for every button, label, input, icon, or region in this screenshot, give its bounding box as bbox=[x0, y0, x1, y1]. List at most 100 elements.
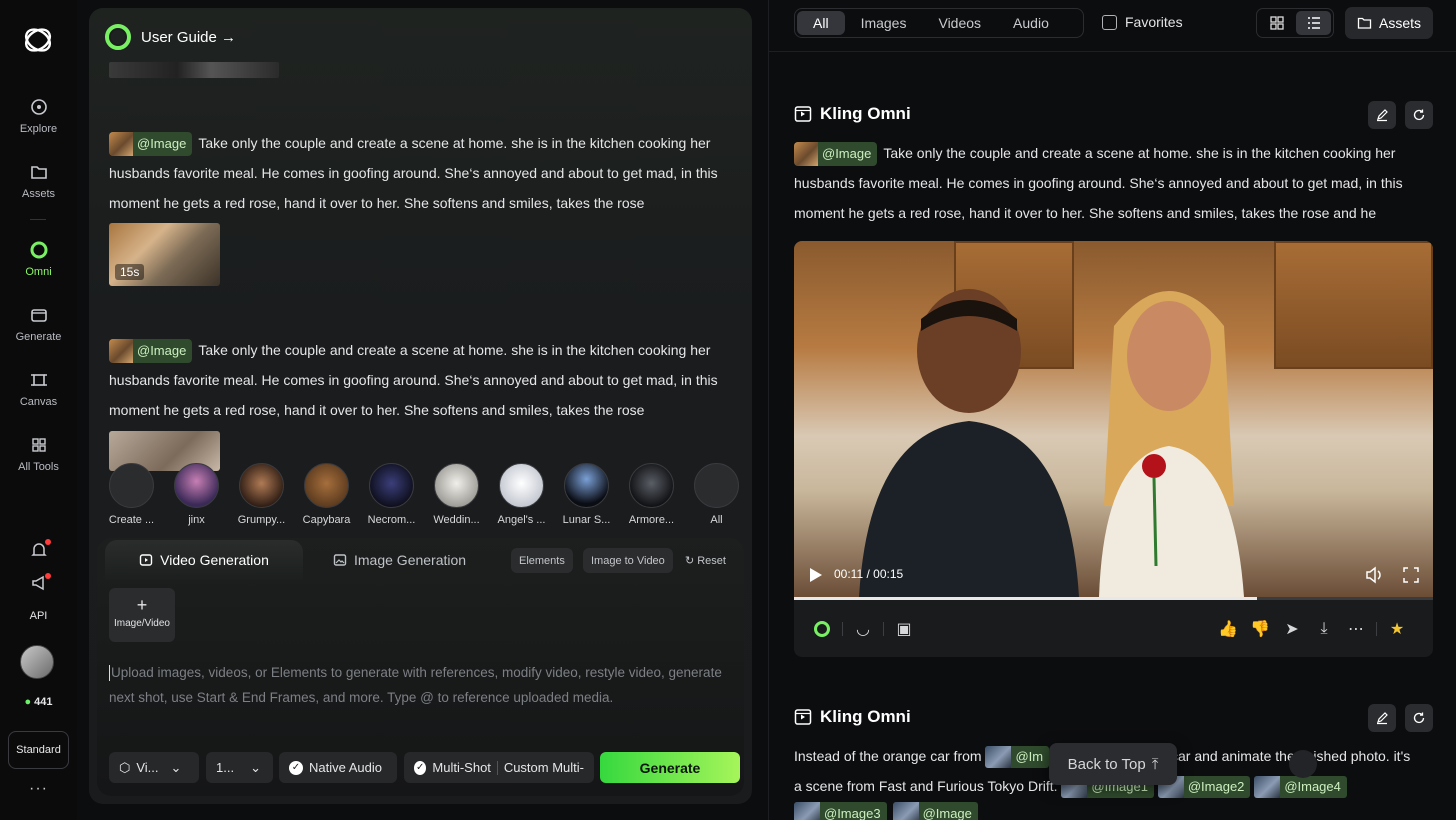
element-grumpy[interactable]: Grumpy... bbox=[229, 463, 294, 535]
download-icon[interactable]: ⤓ bbox=[1308, 617, 1340, 641]
support-headset-icon[interactable] bbox=[1289, 750, 1317, 778]
filter-audio[interactable]: Audio bbox=[997, 11, 1065, 35]
filter-images[interactable]: Images bbox=[845, 11, 923, 35]
api-link[interactable]: API bbox=[0, 610, 77, 622]
thumbs-up-icon[interactable]: 👍 bbox=[1212, 617, 1244, 641]
divider bbox=[842, 622, 843, 636]
element-lunar[interactable]: Lunar S... bbox=[554, 463, 619, 535]
element-jinx[interactable]: jinx bbox=[164, 463, 229, 535]
element-label: Lunar S... bbox=[562, 514, 611, 526]
tab-video-generation[interactable]: Video Generation bbox=[105, 540, 303, 580]
element-wedding[interactable]: Weddin... bbox=[424, 463, 489, 535]
video-progress-fill bbox=[794, 597, 1258, 600]
user-guide-link[interactable]: User Guide → bbox=[105, 22, 236, 52]
element-avatar bbox=[369, 463, 414, 508]
plan-button[interactable]: Standard bbox=[8, 731, 69, 769]
divider bbox=[883, 622, 884, 636]
edit-button[interactable] bbox=[1368, 101, 1396, 129]
image-reference-tag[interactable]: @Image bbox=[892, 802, 978, 820]
left-rail: Explore Assets Omni Generate Canvas All … bbox=[0, 0, 77, 820]
video-progress-track[interactable] bbox=[794, 597, 1433, 600]
reset-icon: ↻ bbox=[685, 555, 695, 567]
list-view-button[interactable] bbox=[1296, 11, 1331, 35]
share-icon[interactable]: ➤ bbox=[1276, 617, 1308, 641]
sidebar-item-explore[interactable]: Explore bbox=[0, 97, 77, 135]
element-necromancer[interactable]: Necrom... bbox=[359, 463, 424, 535]
prompt-input[interactable]: Upload images, videos, or Elements to ge… bbox=[109, 660, 729, 710]
grid-view-button[interactable] bbox=[1259, 11, 1294, 35]
volume-icon[interactable] bbox=[1364, 565, 1384, 585]
previous-thumbnail[interactable] bbox=[109, 62, 279, 78]
filter-videos[interactable]: Videos bbox=[922, 11, 997, 35]
sidebar-item-assets[interactable]: Assets bbox=[0, 162, 77, 200]
sidebar-item-all-tools[interactable]: All Tools bbox=[0, 435, 77, 473]
filter-all[interactable]: All bbox=[797, 11, 845, 35]
folder-icon bbox=[30, 166, 47, 179]
element-label: Necrom... bbox=[367, 514, 416, 526]
native-audio-toggle[interactable]: ✓ Native Audio bbox=[279, 752, 397, 783]
multi-shot-toggle[interactable]: ✓ Multi-Shot Custom Multi- bbox=[404, 752, 594, 783]
model-label: Vi... bbox=[136, 760, 159, 775]
assets-button[interactable]: Assets bbox=[1345, 7, 1433, 39]
omni-ring-icon bbox=[30, 241, 47, 259]
regenerate-button[interactable] bbox=[1405, 101, 1433, 129]
reset-button[interactable]: ↻ Reset bbox=[685, 548, 726, 573]
element-capybara[interactable]: Capybara bbox=[294, 463, 359, 535]
tag-label: @Image3 bbox=[824, 805, 881, 820]
ratio-select[interactable]: 1... ⌄ bbox=[206, 752, 273, 783]
image-reference-tag[interactable]: @Image3 bbox=[794, 802, 887, 820]
model-select[interactable]: ⬡ Vi... ⌄ bbox=[109, 752, 199, 783]
plus-icon: + bbox=[136, 595, 148, 615]
favorites-checkbox[interactable]: Favorites bbox=[1102, 14, 1183, 30]
video-extend-icon[interactable]: ▣ bbox=[888, 617, 920, 641]
ratio-label: 1... bbox=[216, 760, 235, 775]
element-armored[interactable]: Armore... bbox=[619, 463, 684, 535]
image-reference-tag[interactable]: @Image bbox=[794, 142, 878, 167]
refresh-icon bbox=[1413, 109, 1425, 121]
assets-feed: All Images Videos Audio Favorites Assets… bbox=[768, 0, 1456, 820]
fullscreen-icon[interactable] bbox=[1401, 565, 1421, 585]
sidebar-item-generate[interactable]: Generate bbox=[0, 305, 77, 343]
tab-image-generation[interactable]: Image Generation bbox=[333, 540, 466, 580]
more-icon[interactable]: ⋯ bbox=[1340, 617, 1372, 641]
element-angel[interactable]: Angel's ... bbox=[489, 463, 554, 535]
all-elements-button[interactable]: All bbox=[684, 463, 749, 535]
sidebar-item-canvas[interactable]: Canvas bbox=[0, 370, 77, 408]
favorites-label: Favorites bbox=[1125, 14, 1183, 30]
back-to-top-button[interactable]: Back to Top ⤒ bbox=[1049, 743, 1177, 785]
create-element-icon bbox=[109, 463, 154, 508]
generate-button[interactable]: Generate bbox=[600, 752, 740, 783]
image-reference-tag[interactable]: @Image bbox=[109, 339, 193, 364]
checkbox-icon bbox=[1102, 14, 1117, 30]
create-element-button[interactable]: Create ... bbox=[99, 463, 164, 535]
view-switcher bbox=[1256, 8, 1334, 38]
image-reference-tag[interactable]: @Im bbox=[985, 746, 1050, 769]
prompt-text: Take only the couple and create a scene … bbox=[109, 342, 718, 418]
play-icon[interactable] bbox=[810, 568, 822, 582]
thumbs-down-icon[interactable]: 👎 bbox=[1244, 617, 1276, 641]
notifications-button[interactable] bbox=[0, 540, 77, 566]
pencil-icon bbox=[1377, 109, 1388, 122]
announcements-button[interactable] bbox=[0, 573, 77, 599]
more-icon[interactable]: ··· bbox=[0, 780, 77, 798]
omni-ring-icon[interactable] bbox=[806, 617, 838, 641]
credit-leaf-icon: ● bbox=[24, 696, 32, 708]
image-to-video-button[interactable]: Image to Video bbox=[583, 548, 673, 573]
video-player[interactable]: 00:11 / 00:15 ◡ ▣ 👍 👎 ➤ ⤓ ⋯ ★ bbox=[794, 241, 1433, 657]
upload-media-button[interactable]: + Image/Video bbox=[109, 588, 175, 642]
star-icon[interactable]: ★ bbox=[1381, 617, 1413, 641]
image-tags-row: @Image3 @Image bbox=[794, 802, 978, 820]
image-reference-tag[interactable]: @Image4 bbox=[1254, 776, 1347, 799]
generate-icon bbox=[30, 309, 47, 322]
image-reference-tag[interactable]: @Image bbox=[109, 132, 193, 157]
grid-icon bbox=[1269, 16, 1284, 30]
avatar[interactable] bbox=[20, 645, 54, 679]
layers-icon bbox=[694, 463, 739, 508]
lips-icon[interactable]: ◡ bbox=[847, 617, 879, 641]
app-logo-icon[interactable] bbox=[18, 20, 58, 60]
edit-button[interactable] bbox=[1368, 704, 1396, 732]
result-video-thumbnail[interactable]: 15s bbox=[109, 223, 220, 286]
regenerate-button[interactable] bbox=[1405, 704, 1433, 732]
elements-button[interactable]: Elements bbox=[511, 548, 573, 573]
sidebar-item-omni[interactable]: Omni bbox=[0, 240, 77, 278]
